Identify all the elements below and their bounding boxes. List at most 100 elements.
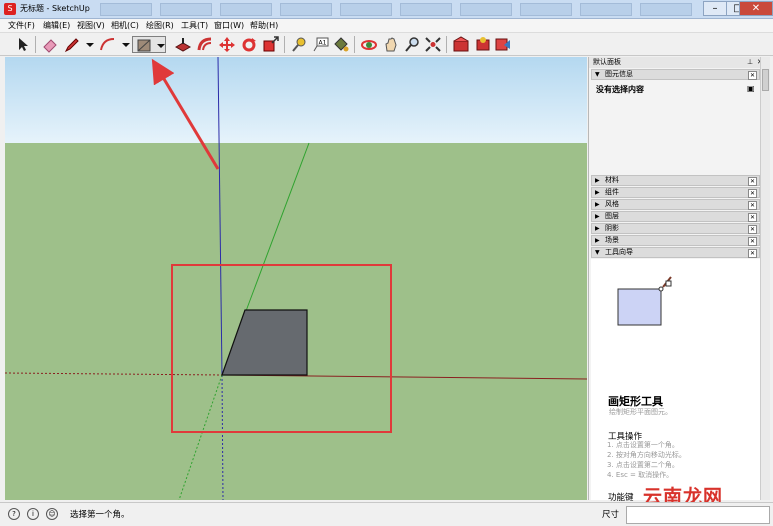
- background-tab[interactable]: [580, 3, 632, 16]
- text-tool-icon[interactable]: A1: [312, 36, 330, 53]
- status-hint: 选择第一个角。: [70, 510, 130, 520]
- collapsed-arrow-icon: ▶: [595, 213, 600, 220]
- menu-file[interactable]: 文件(F): [8, 20, 35, 31]
- tray-title: 默认面板: [593, 58, 621, 66]
- panel-close-icon[interactable]: ✕: [748, 249, 757, 258]
- model-viewport[interactable]: [5, 57, 587, 500]
- toolbar-separator: [35, 36, 36, 53]
- status-bar: ? i ☺ 选择第一个角。 尺寸: [0, 502, 773, 526]
- pan-tool-icon[interactable]: [382, 36, 400, 53]
- background-tab[interactable]: [400, 3, 452, 16]
- background-tab[interactable]: [280, 3, 332, 16]
- panel-entity-info[interactable]: ▼ 图元信息 ✕: [591, 69, 760, 80]
- toolbar-separator: [284, 36, 285, 53]
- panel-scenes[interactable]: ▶ 场景 ✕: [591, 235, 760, 246]
- entity-info-status: 没有选择内容: [596, 85, 644, 94]
- warehouse-icon[interactable]: [452, 36, 470, 53]
- panel-close-icon[interactable]: ✕: [748, 201, 757, 210]
- instructor-content: 画矩形工具 绘制矩形平面图元。 工具操作 1. 点击设置第一个角。 2. 按对角…: [591, 259, 760, 503]
- arc-tool-icon[interactable]: [99, 36, 117, 53]
- background-tab[interactable]: [520, 3, 572, 16]
- panel-entity-info-label: 图元信息: [605, 70, 633, 78]
- panel-shadows[interactable]: ▶ 阴影 ✕: [591, 223, 760, 234]
- menu-edit[interactable]: 编辑(E): [43, 20, 70, 31]
- background-tab[interactable]: [220, 3, 272, 16]
- sketchup-logo-icon: S: [4, 3, 16, 15]
- menu-draw[interactable]: 绘图(R): [146, 20, 174, 31]
- eraser-tool-icon[interactable]: [41, 36, 59, 53]
- panel-close-icon[interactable]: ✕: [748, 213, 757, 222]
- panel-instructor-label: 工具向导: [605, 248, 633, 256]
- expanded-arrow-icon: ▼: [595, 71, 600, 78]
- orbit-tool-icon[interactable]: [360, 36, 378, 53]
- minimize-button[interactable]: –: [703, 1, 727, 16]
- collapsed-arrow-icon: ▶: [595, 189, 600, 196]
- paint-bucket-tool-icon[interactable]: [332, 36, 350, 53]
- panel-materials[interactable]: ▶ 材料 ✕: [591, 175, 760, 186]
- tray-scrollbar[interactable]: [760, 57, 770, 500]
- collapsed-arrow-icon: ▶: [595, 177, 600, 184]
- svg-text:A1: A1: [319, 40, 327, 47]
- geo-location-icon[interactable]: ?: [8, 508, 20, 520]
- background-tab[interactable]: [640, 3, 692, 16]
- instructor-step: 4. Esc = 取消操作。: [607, 471, 674, 479]
- expanded-arrow-icon: ▼: [595, 249, 600, 256]
- collapsed-arrow-icon: ▶: [595, 225, 600, 232]
- panel-close-icon[interactable]: ✕: [748, 71, 757, 80]
- panel-styles[interactable]: ▶ 风格 ✕: [591, 199, 760, 210]
- collapsed-arrow-icon: ▶: [595, 237, 600, 244]
- panel-close-icon[interactable]: ✕: [748, 225, 757, 234]
- panel-close-icon[interactable]: ✕: [748, 177, 757, 186]
- zoom-extents-tool-icon[interactable]: [424, 36, 442, 53]
- panel-layers[interactable]: ▶ 图层 ✕: [591, 211, 760, 222]
- pencil-tool-icon[interactable]: [63, 36, 81, 53]
- panel-shadows-label: 阴影: [605, 224, 619, 232]
- panel-instructor[interactable]: ▼ 工具向导 ✕: [591, 247, 760, 258]
- user-account-icon[interactable]: ☺: [46, 508, 58, 520]
- panel-components[interactable]: ▶ 组件 ✕: [591, 187, 760, 198]
- panel-close-icon[interactable]: ✕: [748, 237, 757, 246]
- select-tool-icon[interactable]: [13, 36, 31, 53]
- tape-measure-tool-icon[interactable]: [290, 36, 308, 53]
- tray-scrollbar-thumb[interactable]: [762, 69, 769, 91]
- panel-materials-label: 材料: [605, 176, 619, 184]
- offset-tool-icon[interactable]: [196, 36, 214, 53]
- instructor-step: 3. 点击设置第二个角。: [607, 461, 679, 469]
- rectangle-tool-button[interactable]: [132, 36, 166, 53]
- model-canvas[interactable]: [5, 57, 587, 500]
- push-pull-tool-icon[interactable]: [174, 36, 192, 53]
- panel-components-label: 组件: [605, 188, 619, 196]
- window-title: 无标题 - SketchUp: [20, 4, 90, 13]
- close-button[interactable]: ✕: [739, 1, 773, 16]
- measurements-label: 尺寸: [602, 510, 620, 520]
- background-tab[interactable]: [100, 3, 152, 16]
- pencil-dropdown-chevron-down-icon[interactable]: [81, 36, 94, 53]
- panel-scenes-label: 场景: [605, 236, 619, 244]
- background-tab[interactable]: [160, 3, 212, 16]
- background-tab[interactable]: [340, 3, 392, 16]
- menu-camera[interactable]: 相机(C): [111, 20, 139, 31]
- background-tab[interactable]: [460, 3, 512, 16]
- menu-tools[interactable]: 工具(T): [181, 20, 208, 31]
- pin-icon[interactable]: ⊥: [747, 57, 753, 68]
- arc-dropdown-chevron-down-icon[interactable]: [117, 36, 130, 53]
- rectangle-tool-illustration: [617, 276, 672, 326]
- menu-bar: 文件(F) 编辑(E) 视图(V) 相机(C) 绘图(R) 工具(T) 窗口(W…: [0, 19, 773, 32]
- credits-icon[interactable]: i: [27, 508, 39, 520]
- toolbar-separator: [354, 36, 355, 53]
- share-model-icon[interactable]: [494, 36, 512, 53]
- panel-layers-label: 图层: [605, 212, 619, 220]
- zoom-tool-icon[interactable]: [404, 36, 422, 53]
- panel-close-icon[interactable]: ✕: [748, 189, 757, 198]
- move-tool-icon[interactable]: [218, 36, 236, 53]
- entity-info-lock-icon[interactable]: ▣: [747, 84, 755, 93]
- menu-window[interactable]: 窗口(W): [214, 20, 244, 31]
- menu-view[interactable]: 视图(V): [77, 20, 105, 31]
- instructor-step: 1. 点击设置第一个角。: [607, 441, 679, 449]
- components-icon[interactable]: [474, 36, 492, 53]
- rotate-tool-icon[interactable]: [240, 36, 258, 53]
- instructor-step: 2. 按对角方向移动光标。: [607, 451, 686, 459]
- measurements-input[interactable]: [626, 506, 770, 524]
- menu-help[interactable]: 帮助(H): [250, 20, 278, 31]
- scale-tool-icon[interactable]: [262, 36, 280, 53]
